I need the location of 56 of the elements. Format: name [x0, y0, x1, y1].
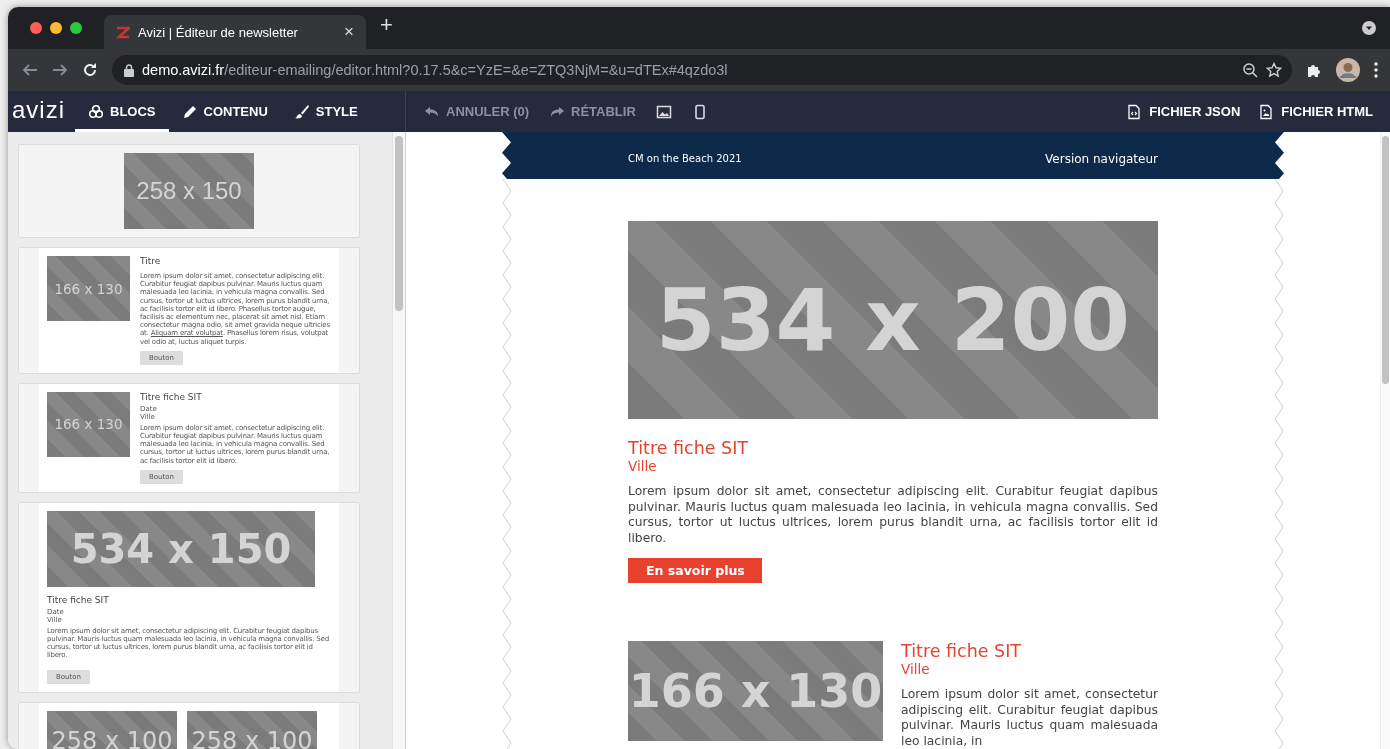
forward-icon[interactable]: [52, 62, 68, 78]
brush-icon: [293, 103, 310, 120]
browser-version-link[interactable]: Version navigateur: [1045, 151, 1158, 166]
block-title: Titre fiche SIT: [47, 594, 110, 605]
item-title: Titre fiche SIT: [628, 438, 750, 458]
scrollbar[interactable]: [1382, 136, 1389, 384]
tab-search-icon[interactable]: [1362, 21, 1376, 35]
maximize-window-button[interactable]: [70, 22, 82, 34]
item-text: Lorem ipsum dolor sit amet, consectetur adipiscing elit. Curabitur feugiat dapibus pulvinar. Mauris luctus quam malesuada leo lacinia, in: [901, 687, 1158, 749]
browser-tab[interactable]: Avizi | Éditeur de newsletter ×: [104, 15, 366, 49]
image-placeholder: 166 x 130: [47, 256, 130, 321]
new-tab-button[interactable]: +: [380, 12, 393, 38]
close-tab-button[interactable]: ×: [344, 22, 354, 42]
export-button[interactable]: FICHIER HTML: [1249, 91, 1382, 132]
address-bar[interactable]: demo.avizi.fr/editeur-emailing/editor.html?0.17.5&c=YzE=&e=ZTQ3NjM=&u=dTEx#4qzdo3l: [112, 55, 1292, 85]
star-icon[interactable]: [1266, 62, 1282, 78]
favicon-icon: [116, 25, 130, 39]
item-city: Ville: [901, 661, 931, 677]
scrollbar[interactable]: [395, 136, 403, 311]
lock-icon: [124, 63, 134, 77]
toolbar-tab[interactable]: STYLE: [280, 91, 371, 132]
blocks-icon: [88, 103, 104, 120]
item-text: Lorem ipsum dolor sit amet, consectetur adipiscing elit. Curabitur feugiat dapibus pulvinar. Mauris luctus quam malesuada leo lacinia, in vehicula magna convallis. Sed cursus, tortor ut luctus ultrices, lorem purus blandit urna, ac facilisis tortor elit id libero.: [628, 484, 1158, 546]
image-file-icon: [1258, 103, 1275, 120]
image-placeholder: 258 x 150: [124, 153, 254, 229]
block-title: Titre fiche SIT: [140, 391, 203, 402]
item-city: Ville: [628, 458, 658, 474]
image-placeholder: 534 x 200: [628, 221, 1158, 419]
item-title: Titre fiche SIT: [901, 641, 1023, 661]
tab-title: Avizi | Éditeur de newsletter: [138, 24, 299, 40]
block-card[interactable]: [18, 247, 360, 374]
app-logo: avizi: [11, 98, 66, 125]
image-placeholder: 534 x 150: [47, 510, 315, 587]
export-button[interactable]: FICHIER JSON: [1117, 91, 1250, 132]
image-placeholder: 166 x 130: [628, 641, 883, 741]
newsletter-name: CM on the Beach 2021: [628, 153, 742, 164]
block-title: Titre: [140, 256, 162, 266]
reload-icon[interactable]: [82, 62, 98, 78]
menu-icon[interactable]: [1374, 62, 1378, 78]
read-more-button[interactable]: En savoir plus: [628, 558, 762, 583]
image-placeholder: 166 x 130: [47, 391, 130, 457]
block-card[interactable]: [18, 382, 360, 493]
puzzle-icon[interactable]: [1306, 62, 1322, 78]
toolbar-tab[interactable]: CONTENU: [168, 91, 281, 132]
block-card[interactable]: [18, 501, 360, 693]
avatar-icon[interactable]: [1336, 58, 1360, 82]
code-file-icon: [1126, 103, 1143, 120]
url-text: demo.avizi.fr/editeur-emailing/editor.html?0.17.5&c=YzE=&e=ZTQ3NjM=&u=dTEx#4qzdo3l: [142, 62, 728, 78]
image-placeholder: 258 x 100: [47, 710, 177, 749]
minimize-window-button[interactable]: [50, 22, 62, 34]
image-placeholder: 258 x 100: [187, 710, 317, 749]
back-icon[interactable]: [22, 62, 38, 78]
zoom-out-icon[interactable]: [1242, 62, 1258, 78]
close-window-button[interactable]: [30, 22, 42, 34]
pencil-icon: [181, 103, 198, 120]
image-icon: [655, 103, 672, 120]
